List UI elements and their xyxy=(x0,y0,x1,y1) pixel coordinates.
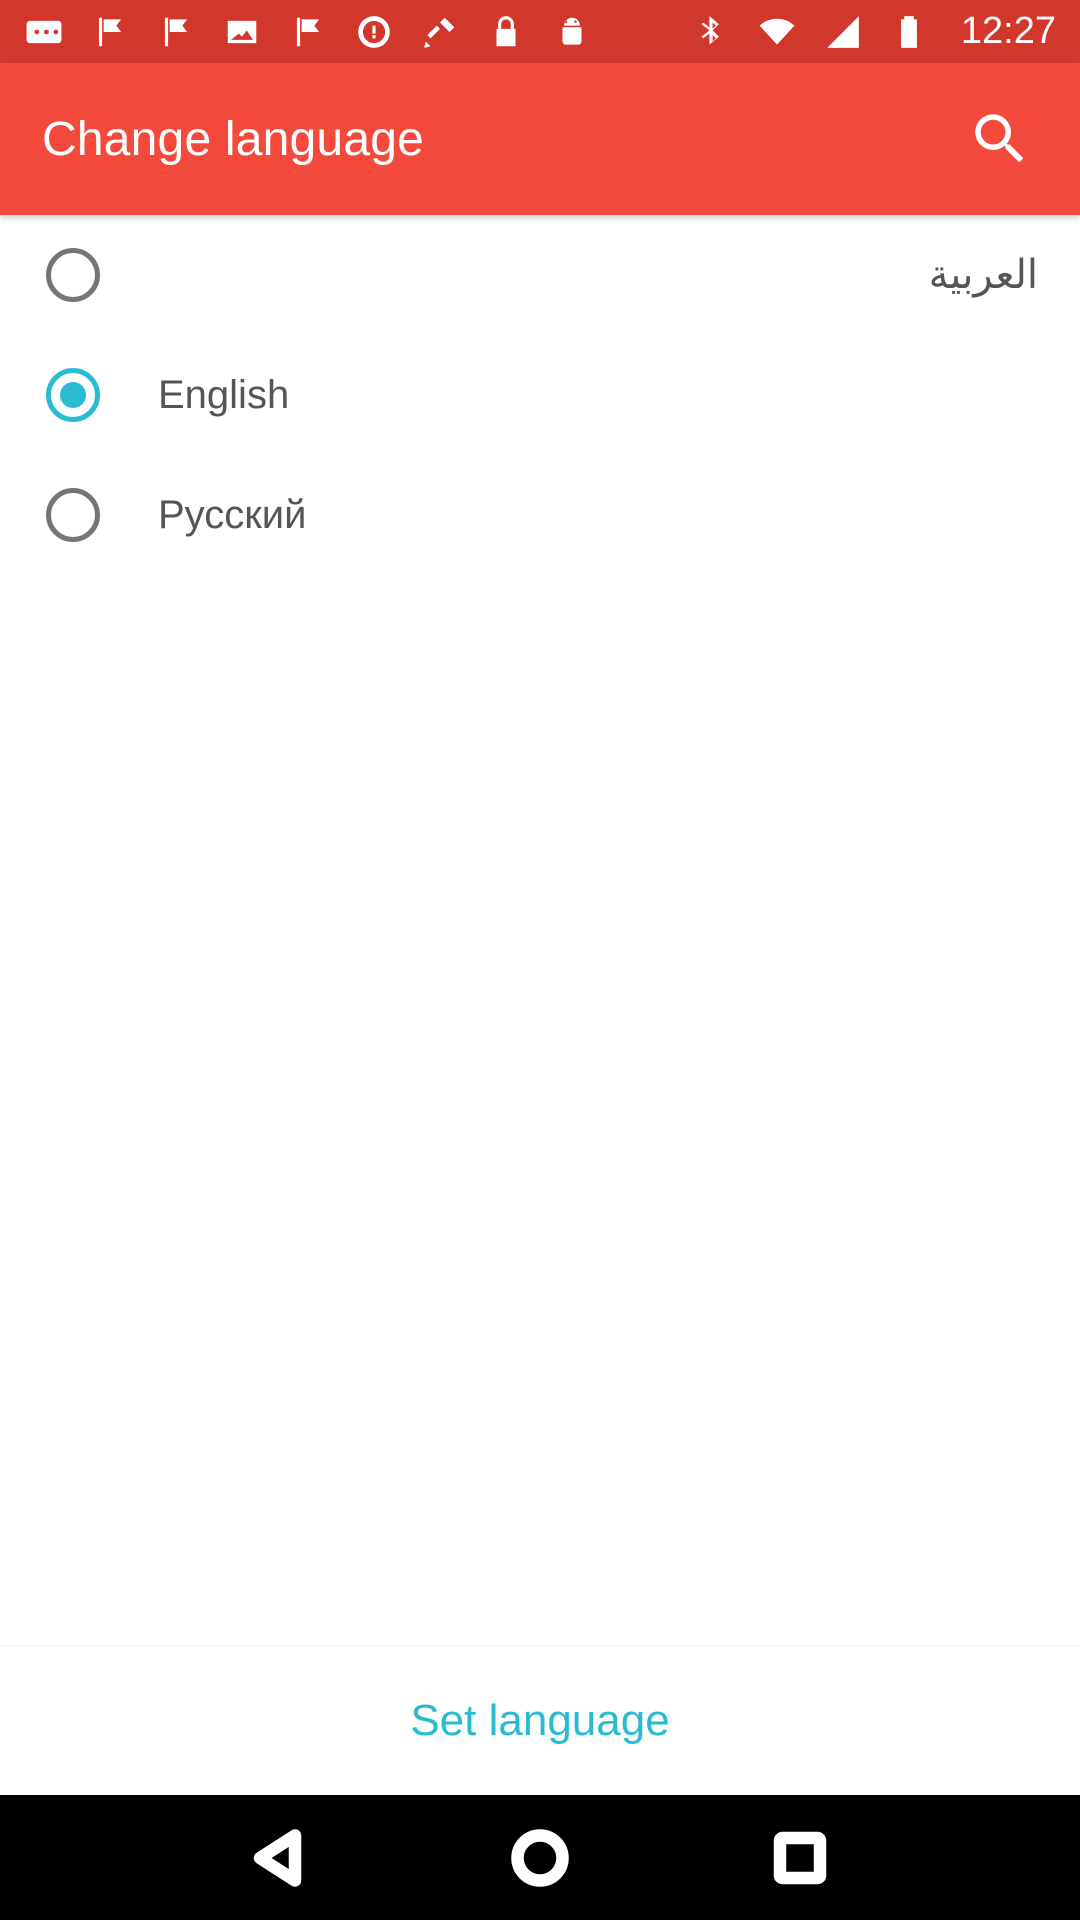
screen: 12:27 Change language العربية English Ру… xyxy=(0,0,1080,1920)
battery-icon xyxy=(889,12,929,52)
set-language-button[interactable]: Set language xyxy=(0,1645,1080,1795)
recents-icon xyxy=(773,1831,827,1884)
messages-icon xyxy=(24,12,64,52)
language-list: العربية English Русский xyxy=(0,215,1080,575)
language-option-english[interactable]: English xyxy=(0,335,1080,455)
language-label: العربية xyxy=(928,253,1038,297)
sync-icon xyxy=(354,12,394,52)
radio-button[interactable] xyxy=(46,488,100,542)
set-language-label: Set language xyxy=(410,1695,670,1745)
flag-icon xyxy=(156,12,196,52)
home-icon xyxy=(511,1828,569,1887)
language-option-russian[interactable]: Русский xyxy=(0,455,1080,575)
recents-button[interactable] xyxy=(765,1823,835,1893)
flag-icon xyxy=(288,12,328,52)
android-icon xyxy=(552,12,592,52)
navigation-bar xyxy=(0,1795,1080,1920)
bluetooth-icon xyxy=(691,12,731,52)
page-title: Change language xyxy=(42,112,425,166)
status-bar: 12:27 xyxy=(0,0,1080,63)
image-icon xyxy=(222,12,262,52)
status-left-icons xyxy=(24,12,592,52)
flag-icon xyxy=(90,12,130,52)
language-label: English xyxy=(158,373,290,417)
search-button[interactable] xyxy=(962,101,1038,177)
status-time: 12:27 xyxy=(960,10,1056,52)
radio-button[interactable] xyxy=(46,248,100,302)
search-icon xyxy=(975,114,1024,163)
back-icon xyxy=(253,1828,302,1887)
status-right-icons: 12:27 xyxy=(691,10,1056,53)
home-button[interactable] xyxy=(505,1823,575,1893)
signal-icon xyxy=(823,12,863,52)
wifi-icon xyxy=(757,12,797,52)
fake-gps-icon xyxy=(420,12,460,52)
back-button[interactable] xyxy=(245,1823,315,1893)
lock-icon xyxy=(486,12,526,52)
language-label: Русский xyxy=(158,493,307,537)
app-bar: Change language xyxy=(0,63,1080,215)
radio-button-checked[interactable] xyxy=(46,368,100,422)
language-option-arabic[interactable]: العربية xyxy=(0,215,1080,335)
